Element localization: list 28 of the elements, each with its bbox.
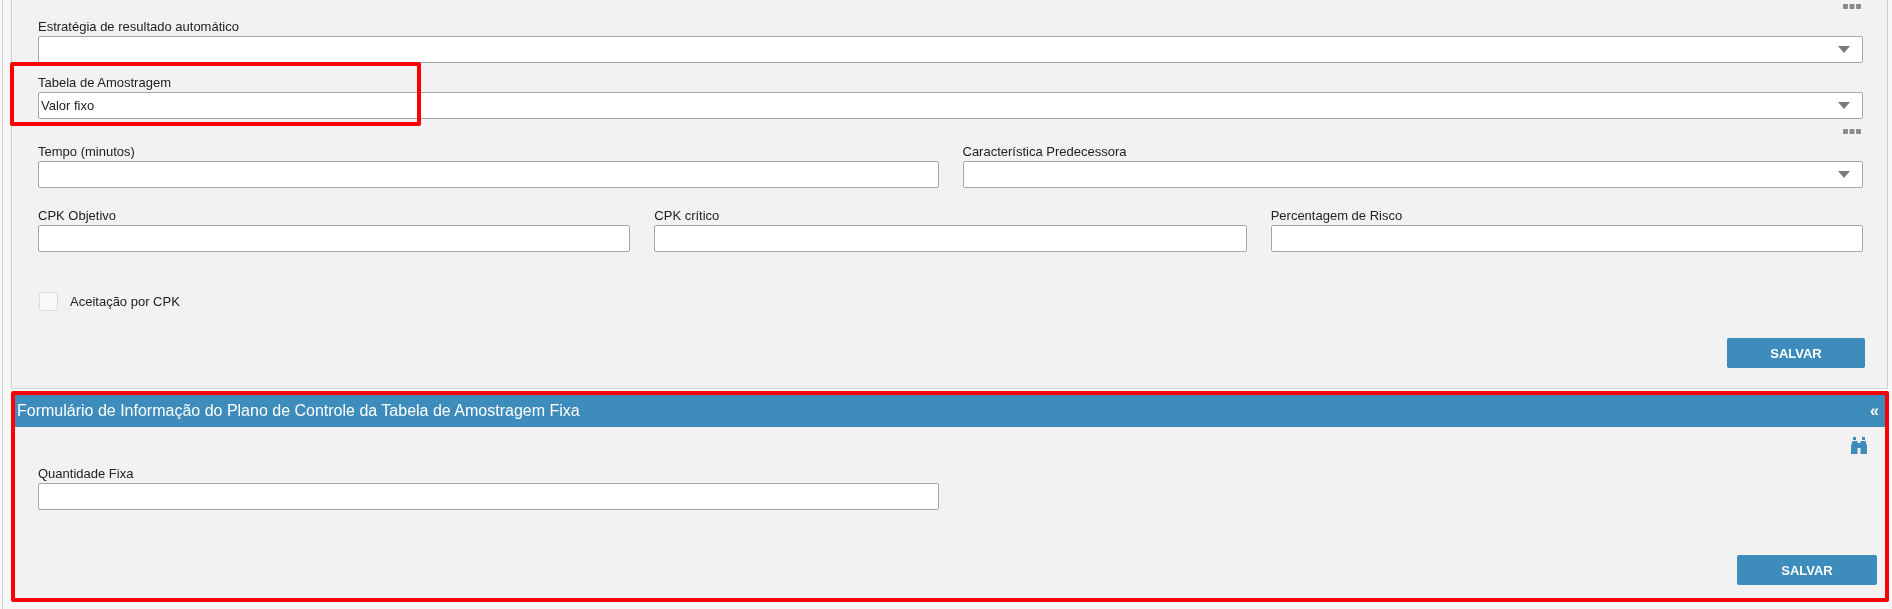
save-button[interactable]: SALVAR bbox=[1737, 555, 1877, 585]
field-label: Percentagem de Risco bbox=[1270, 207, 1404, 225]
caret-icon bbox=[1838, 102, 1850, 109]
select-field[interactable] bbox=[962, 161, 1863, 188]
text-field[interactable] bbox=[38, 161, 939, 188]
field-label: CPK crítico bbox=[654, 207, 721, 225]
more-icon[interactable] bbox=[1843, 4, 1861, 9]
field-label: CPK Objetivo bbox=[38, 207, 118, 225]
text-field[interactable] bbox=[38, 225, 631, 252]
text-field[interactable] bbox=[1270, 225, 1863, 252]
field-label: Tabela de Amostragem bbox=[38, 74, 172, 92]
checkbox-label: Aceitação por CPK bbox=[70, 293, 180, 309]
checkbox[interactable] bbox=[39, 291, 58, 311]
field-label: Quantidade Fixa bbox=[38, 465, 135, 483]
collapse-button[interactable]: « bbox=[1868, 402, 1881, 420]
text-field[interactable] bbox=[654, 225, 1247, 252]
select-field[interactable]: Valor fixo bbox=[38, 92, 1863, 119]
select-field[interactable] bbox=[38, 36, 1863, 63]
field-label: Estratégia de resultado automático bbox=[38, 18, 240, 36]
section-title: Formulário de Informação do Plano de Controle da Tabela de Amostragem Fixa bbox=[17, 402, 580, 420]
field-label: Tempo (minutos) bbox=[38, 143, 136, 161]
binoculars-icon[interactable] bbox=[1851, 437, 1867, 454]
field-label: Característica Predecessora bbox=[962, 143, 1128, 161]
caret-icon bbox=[1838, 46, 1850, 53]
text-field[interactable] bbox=[38, 483, 939, 510]
caret-icon bbox=[1838, 171, 1850, 178]
more-icon[interactable] bbox=[1843, 129, 1861, 134]
save-button[interactable]: SALVAR bbox=[1727, 338, 1865, 368]
